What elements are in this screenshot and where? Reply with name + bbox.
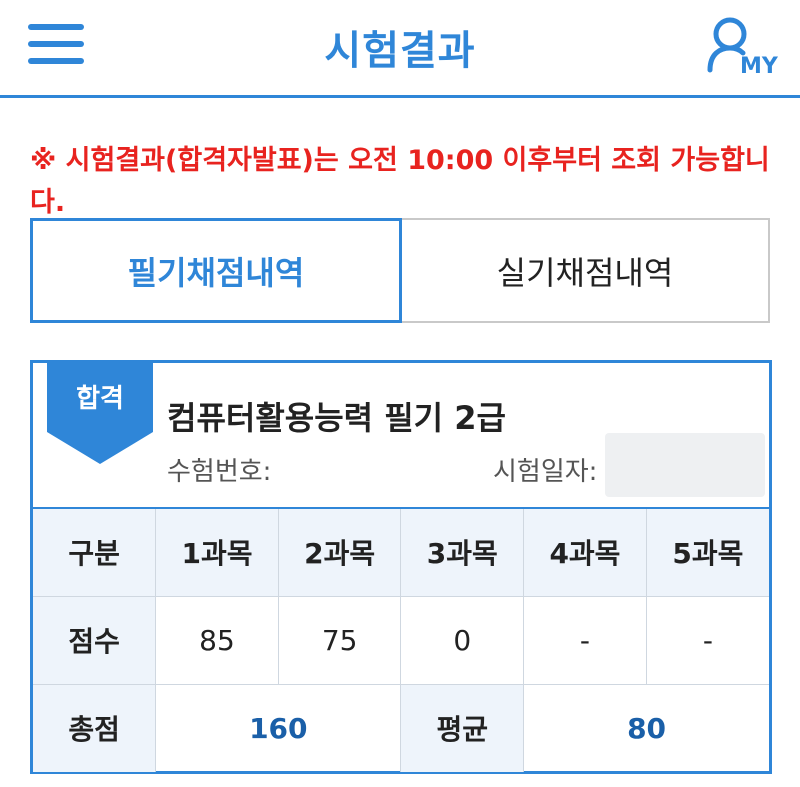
average-label: 평균 xyxy=(400,683,525,772)
table-header-cell: 1과목 xyxy=(155,507,279,597)
app-header: 시험결과 MY xyxy=(0,0,800,98)
my-page-button[interactable]: MY xyxy=(706,14,782,80)
exam-number-label: 수험번호: xyxy=(167,457,272,487)
score-cell: - xyxy=(645,595,769,685)
table-header-row: 구분 1과목 2과목 3과목 4과목 5과목 xyxy=(33,507,769,597)
score-cell: 85 xyxy=(155,595,279,685)
score-cell: 75 xyxy=(277,595,402,685)
notice-text: ※ 시험결과(합격자발표)는 오전 10:00 이후부터 조회 가능합니다. xyxy=(30,145,770,218)
exam-date-label: 시험일자: xyxy=(493,457,598,487)
table-row-total: 총점 160 평균 80 xyxy=(33,683,769,772)
page-title: 시험결과 xyxy=(324,28,476,74)
tab-bar: 필기채점내역 실기채점내역 xyxy=(30,218,770,323)
score-cell: 0 xyxy=(400,595,525,685)
pass-badge-label: 합격 xyxy=(76,384,124,414)
table-header-cell: 2과목 xyxy=(277,507,402,597)
tab-practical-scoring[interactable]: 실기채점내역 xyxy=(402,220,768,321)
exam-date-redacted xyxy=(605,433,765,497)
table-header-cell: 구분 xyxy=(33,507,157,597)
table-header-cell: 3과목 xyxy=(400,507,525,597)
my-label: MY xyxy=(740,54,778,79)
table-row-score: 점수 85 75 0 - - xyxy=(33,595,769,685)
average-value: 80 xyxy=(523,683,769,772)
total-label: 총점 xyxy=(33,683,157,772)
score-row-label: 점수 xyxy=(33,595,157,685)
pass-badge: 합격 xyxy=(47,360,153,464)
total-value: 160 xyxy=(155,683,402,772)
exam-title: 컴퓨터활용능력 필기 2급 xyxy=(167,399,506,437)
table-header-cell: 4과목 xyxy=(523,507,647,597)
score-table: 구분 1과목 2과목 3과목 4과목 5과목 점수 85 75 0 - - 총점… xyxy=(33,507,769,772)
table-header-cell: 5과목 xyxy=(645,507,769,597)
result-card: 합격 컴퓨터활용능력 필기 2급 수험번호: 시험일자: 구분 1과목 2과목 … xyxy=(30,360,772,774)
tab-written-scoring[interactable]: 필기채점내역 xyxy=(30,218,402,323)
score-cell: - xyxy=(523,595,647,685)
